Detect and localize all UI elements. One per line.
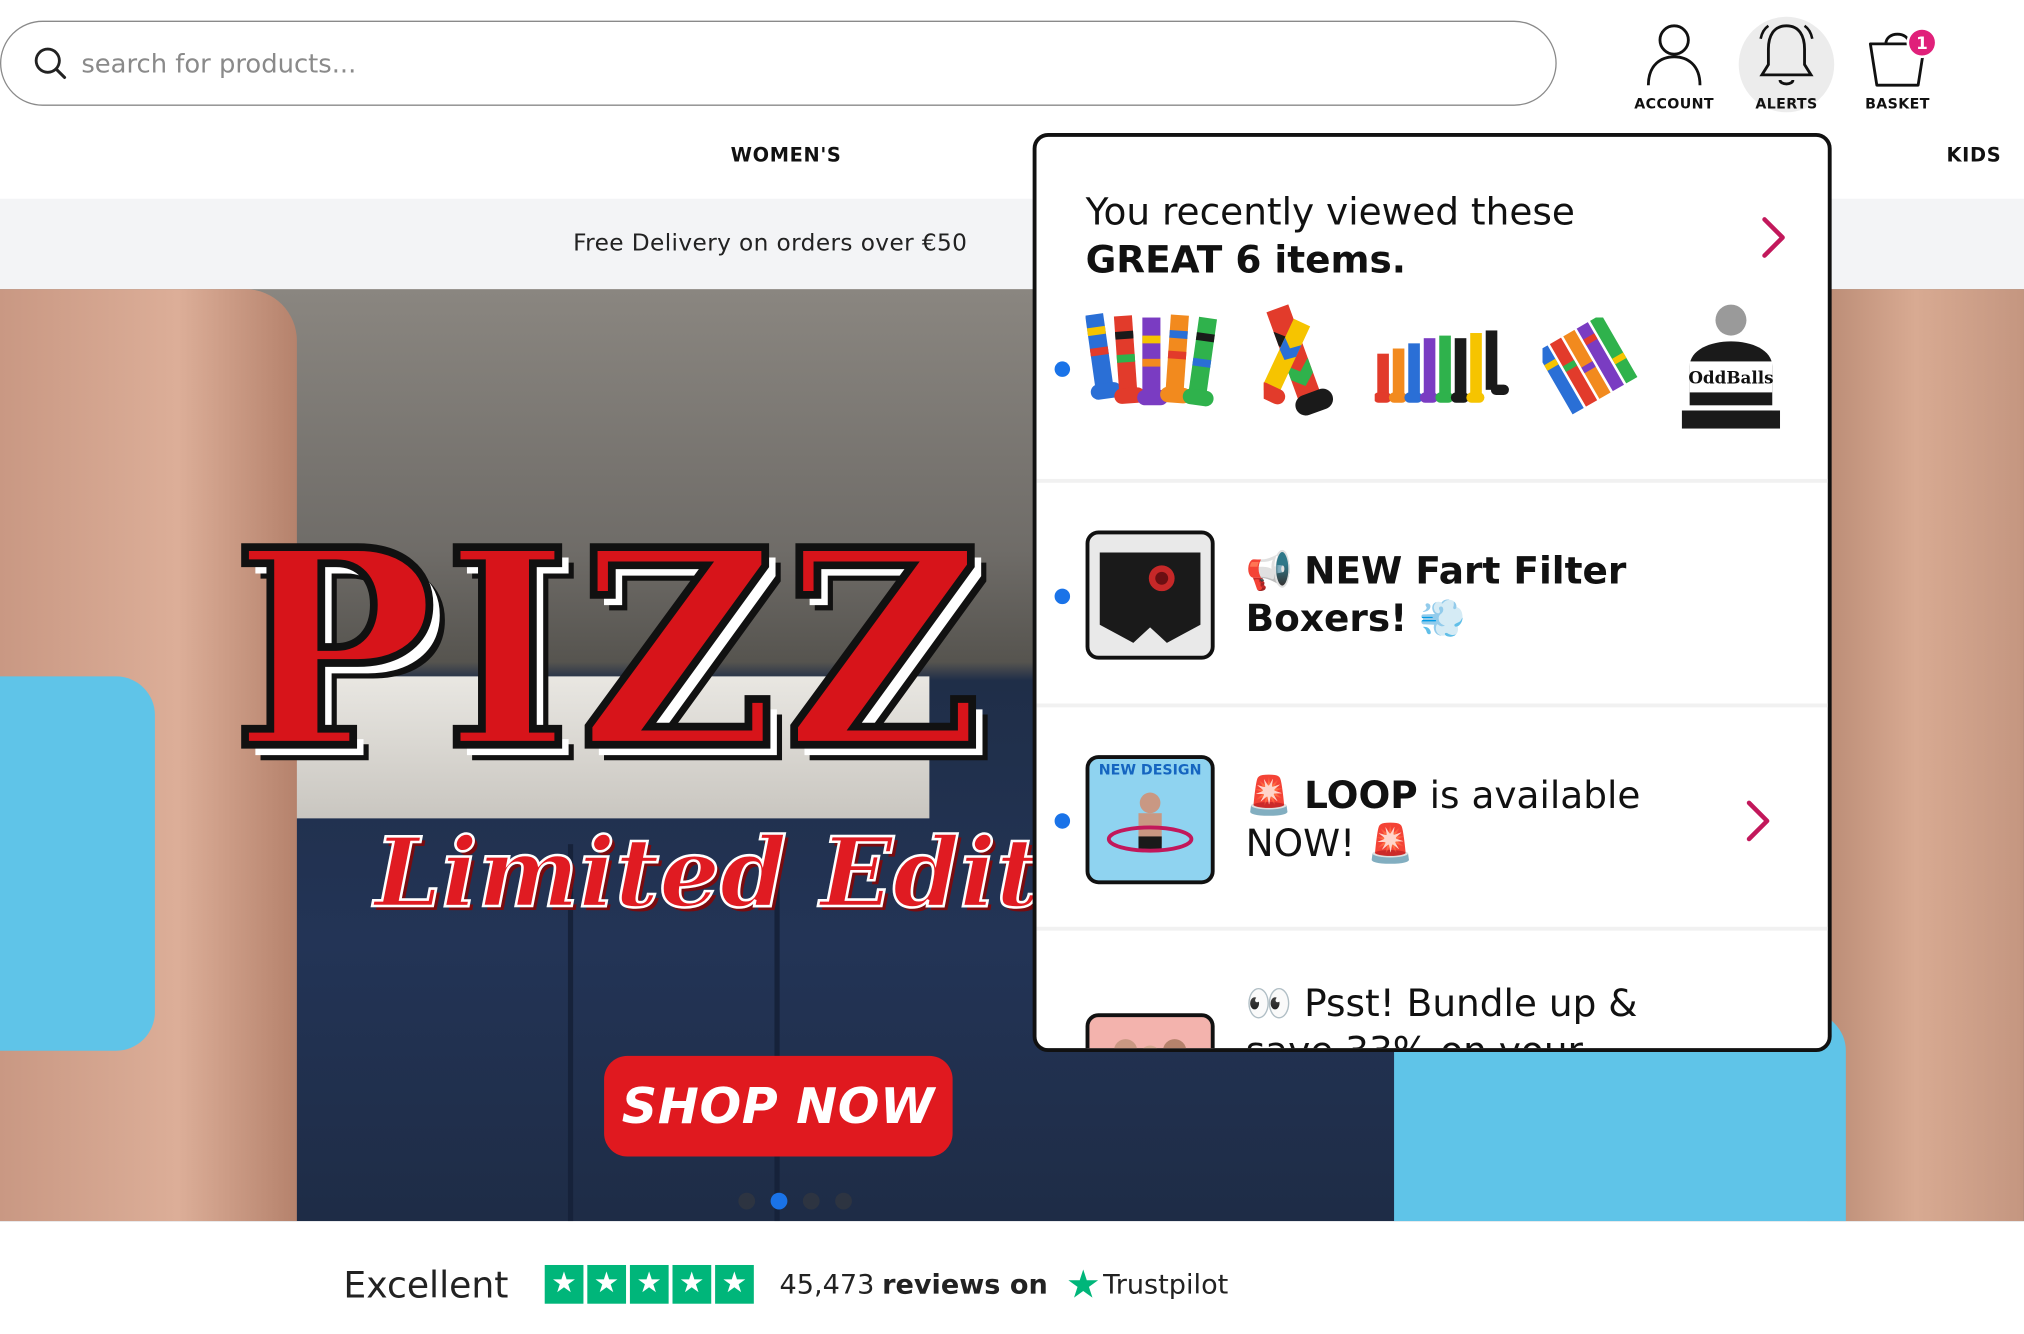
alert-loop-line2: NOW! bbox=[1245, 820, 1356, 865]
product-thumb-zigzag-sock[interactable] bbox=[1263, 299, 1334, 433]
recently-viewed-alert[interactable]: You recently viewed these GREAT 6 items. bbox=[1036, 137, 1828, 483]
alert-bundle-title: 👀 Psst! Bundle up & save 33% on your bbox=[1245, 980, 1638, 1053]
unread-dot bbox=[1054, 588, 1071, 605]
alert-loop-text: is available bbox=[1417, 773, 1641, 818]
alert-fart-filter-title: 📢 NEW Fart Filter Boxers! 💨 bbox=[1246, 547, 1627, 643]
product-thumb-sock-set[interactable] bbox=[1374, 325, 1512, 410]
alert-fart-filter[interactable]: 📢 NEW Fart Filter Boxers! 💨 bbox=[1036, 483, 1828, 708]
nav-kids[interactable]: KIDS bbox=[1947, 143, 2002, 166]
trustpilot-logo-star-icon: ★ bbox=[1065, 1261, 1101, 1307]
search-bar[interactable] bbox=[0, 20, 1557, 106]
chevron-right-icon[interactable] bbox=[1744, 798, 1772, 844]
trustpilot-widget[interactable]: Excellent ★ ★ ★ ★ ★ 45,473 reviews on ★ … bbox=[343, 1259, 1228, 1311]
product-thumb-striped-socks[interactable] bbox=[1085, 302, 1223, 426]
siren-icon: 🚨 bbox=[1245, 773, 1293, 818]
alert-loop-bold: LOOP bbox=[1304, 773, 1418, 818]
alert-bundle-line2: save 33% on your bbox=[1245, 1028, 1583, 1053]
hero-subline: Limited Editi bbox=[373, 817, 1078, 931]
carousel-dot[interactable] bbox=[802, 1192, 820, 1210]
alert-loop[interactable]: NEW DESIGN 🚨 LOOP is available NOW! 🚨 bbox=[1036, 707, 1828, 931]
siren-icon: 🚨 bbox=[1367, 820, 1414, 865]
search-icon[interactable] bbox=[32, 45, 68, 81]
basket-label: BASKET bbox=[1865, 95, 1930, 113]
trustpilot-reviews-label: reviews on bbox=[882, 1268, 1048, 1300]
alert-loop-title: 🚨 LOOP is available NOW! 🚨 bbox=[1246, 772, 1641, 868]
hero-headline: PIZZ bbox=[228, 490, 990, 810]
unread-dot bbox=[1054, 361, 1071, 377]
dash-icon: 💨 bbox=[1419, 596, 1466, 641]
star-icon: ★ bbox=[629, 1264, 669, 1304]
star-icon: ★ bbox=[714, 1264, 754, 1304]
carousel-dot[interactable] bbox=[738, 1192, 756, 1210]
recently-viewed-line1: You recently viewed these bbox=[1085, 189, 1575, 234]
nav-womens[interactable]: WOMEN'S bbox=[731, 143, 842, 166]
alerts-label: ALERTS bbox=[1755, 95, 1818, 113]
user-icon bbox=[1646, 24, 1702, 86]
search-input[interactable] bbox=[81, 47, 1502, 79]
account-label: ACCOUNT bbox=[1634, 95, 1715, 113]
megaphone-icon: 📢 bbox=[1245, 548, 1293, 593]
recently-viewed-line2: GREAT 6 items. bbox=[1085, 237, 1407, 282]
basket-button[interactable]: BASKET bbox=[1839, 21, 1955, 114]
product-thumb-colour-socks[interactable] bbox=[1542, 317, 1646, 421]
alert-thumb-bundle bbox=[1085, 1013, 1215, 1049]
carousel-dot[interactable] bbox=[835, 1192, 852, 1210]
trustpilot-stars: ★ ★ ★ ★ ★ bbox=[544, 1264, 754, 1304]
star-icon: ★ bbox=[587, 1264, 626, 1304]
alert-fart-filter-bold: NEW Fart Filter bbox=[1304, 548, 1627, 593]
product-thumb-oddballs-hat[interactable]: OddBalls bbox=[1677, 302, 1785, 434]
chevron-right-icon[interactable] bbox=[1759, 214, 1787, 260]
carousel-dots bbox=[738, 1192, 852, 1210]
bell-icon bbox=[1759, 24, 1814, 86]
basket-count-badge: 1 bbox=[1906, 27, 1938, 59]
svg-text:OddBalls: OddBalls bbox=[1688, 367, 1773, 387]
trustpilot-brand: Trustpilot bbox=[1103, 1268, 1229, 1300]
alert-bundle[interactable]: 👀 Psst! Bundle up & save 33% on your bbox=[1037, 931, 1828, 1053]
unread-dot bbox=[1054, 813, 1071, 829]
carousel-dot-active[interactable] bbox=[770, 1192, 788, 1210]
shop-now-button[interactable]: SHOP NOW bbox=[604, 1055, 953, 1157]
trustpilot-rating-text: Excellent bbox=[343, 1263, 509, 1306]
alert-bundle-text: Psst! Bundle up & bbox=[1292, 981, 1638, 1025]
star-icon: ★ bbox=[672, 1264, 712, 1304]
alerts-popover: You recently viewed these GREAT 6 items. bbox=[1032, 132, 1832, 1053]
alerts-button[interactable]: ALERTS bbox=[1728, 21, 1844, 114]
promo-text: Free Delivery on orders over €50 bbox=[573, 229, 968, 257]
page: ACCOUNT ALERTS BASKET 1 WOMEN'S KIDS Fre… bbox=[0, 0, 2024, 1334]
recently-viewed-title: You recently viewed these GREAT 6 items. bbox=[1086, 188, 1575, 284]
hero-pizza-boxers-left bbox=[0, 676, 155, 1051]
star-icon: ★ bbox=[544, 1264, 584, 1304]
trustpilot-review-count: 45,473 bbox=[779, 1268, 875, 1300]
alert-thumb-loop: NEW DESIGN bbox=[1085, 755, 1215, 885]
alert-fart-filter-line2: Boxers! bbox=[1245, 596, 1408, 641]
alert-thumb-boxers bbox=[1085, 530, 1215, 660]
account-button[interactable]: ACCOUNT bbox=[1616, 21, 1732, 114]
eyes-icon: 👀 bbox=[1245, 981, 1293, 1025]
